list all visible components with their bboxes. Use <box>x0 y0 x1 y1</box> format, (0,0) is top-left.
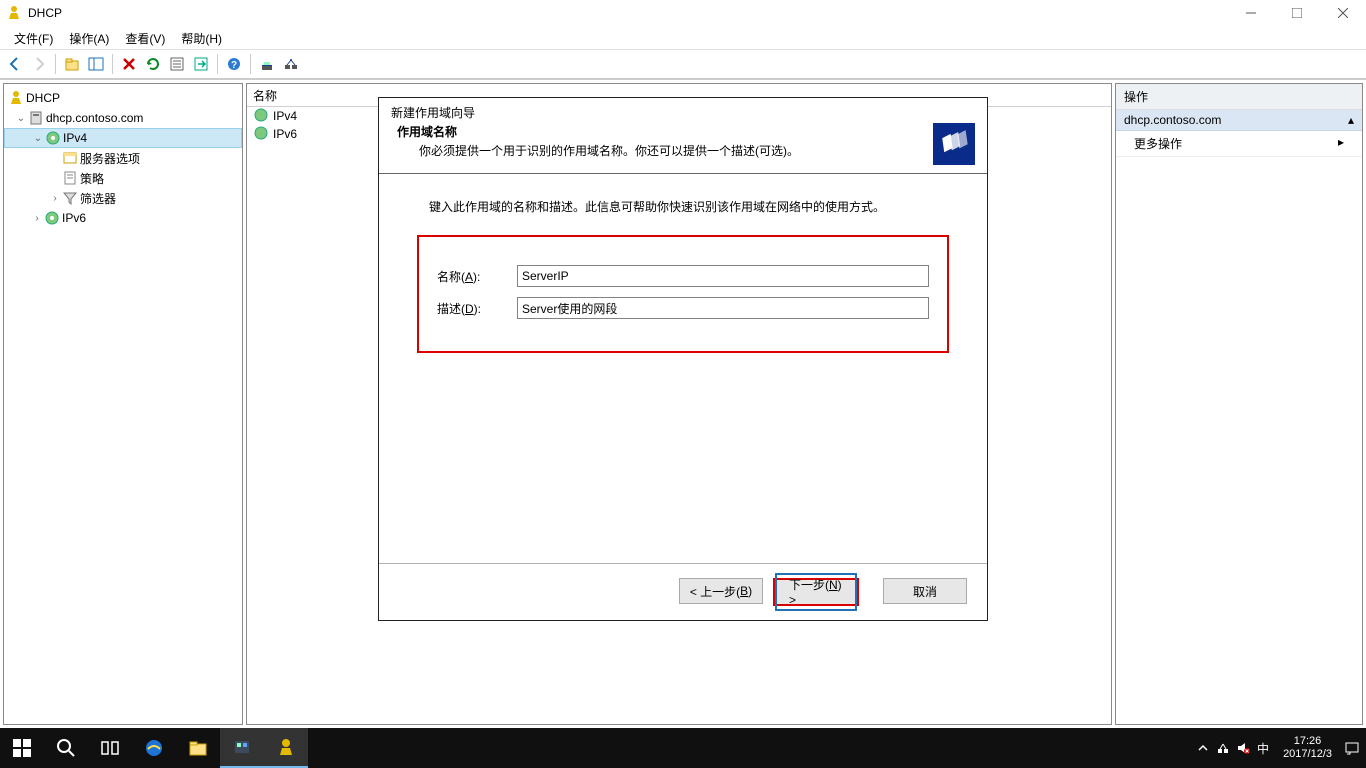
wizard-title: 新建作用域向导 <box>379 98 987 123</box>
tray-volume-icon[interactable] <box>1233 728 1253 768</box>
scope-desc-label: 描述(D): <box>437 300 517 317</box>
menu-action[interactable]: 操作(A) <box>61 28 117 49</box>
nav-forward-button[interactable] <box>28 53 50 75</box>
menu-file[interactable]: 文件(F) <box>6 28 61 49</box>
menu-help[interactable]: 帮助(H) <box>173 28 230 49</box>
show-hide-tree-button[interactable] <box>85 53 107 75</box>
authorize-button[interactable] <box>256 53 278 75</box>
actions-pane: 操作 dhcp.contoso.com ▴ 更多操作 ▸ <box>1115 83 1363 725</box>
taskbar-ie[interactable] <box>132 728 176 768</box>
tree-server[interactable]: ⌄ dhcp.contoso.com <box>4 108 242 128</box>
menubar: 文件(F) 操作(A) 查看(V) 帮助(H) <box>0 27 1366 50</box>
taskbar-explorer[interactable] <box>176 728 220 768</box>
form-highlight-box: 名称(A): 描述(D): <box>417 235 949 353</box>
policies-icon <box>62 170 78 186</box>
collapse-icon[interactable]: ⌄ <box>14 113 28 124</box>
collapse-icon[interactable]: ⌄ <box>31 133 45 144</box>
wizard-next-button[interactable]: 下一步(N) > <box>773 578 859 606</box>
new-scope-wizard-dialog: 新建作用域向导 作用域名称 你必须提供一个用于识别的作用域名称。你还可以提供一个… <box>378 97 988 621</box>
tree-server-options[interactable]: 服务器选项 <box>4 148 242 168</box>
minimize-button[interactable] <box>1228 0 1274 26</box>
expand-icon[interactable]: › <box>48 193 62 204</box>
search-button[interactable] <box>44 728 88 768</box>
server-options-icon <box>62 150 78 166</box>
wizard-back-button[interactable]: < 上一步(B) <box>679 578 763 604</box>
task-view-button[interactable] <box>88 728 132 768</box>
up-level-button[interactable] <box>61 53 83 75</box>
wizard-cancel-button[interactable]: 取消 <box>883 578 967 604</box>
help-button[interactable]: ? <box>223 53 245 75</box>
ipv4-icon <box>253 107 269 126</box>
close-button[interactable] <box>1320 0 1366 26</box>
maximize-button[interactable] <box>1274 0 1320 26</box>
ipv4-icon <box>45 130 61 146</box>
dhcp-app-icon <box>6 5 22 21</box>
export-button[interactable] <box>190 53 212 75</box>
toolbar: ? <box>0 50 1366 79</box>
collapse-icon[interactable]: ▴ <box>1348 113 1354 127</box>
tray-network-icon[interactable] <box>1213 728 1233 768</box>
taskbar: 中 17:26 2017/12/3 <box>0 728 1366 768</box>
actions-context[interactable]: dhcp.contoso.com ▴ <box>1116 110 1362 131</box>
refresh-button[interactable] <box>142 53 164 75</box>
delete-button[interactable] <box>118 53 140 75</box>
wizard-instruction: 键入此作用域的名称和描述。此信息可帮助你快速识别该作用域在网络中的使用方式。 <box>409 194 957 235</box>
tray-clock[interactable]: 17:26 2017/12/3 <box>1273 735 1342 761</box>
properties-button[interactable] <box>166 53 188 75</box>
menu-view[interactable]: 查看(V) <box>117 28 173 49</box>
svg-text:?: ? <box>231 60 237 71</box>
tray-notifications-icon[interactable] <box>1342 728 1362 768</box>
tray-up-icon[interactable] <box>1193 728 1213 768</box>
actions-pane-title: 操作 <box>1116 84 1362 110</box>
nav-back-button[interactable] <box>4 53 26 75</box>
scope-desc-input[interactable] <box>517 297 929 319</box>
scope-tree-pane: DHCP ⌄ dhcp.contoso.com ⌄ IPv4 <box>3 83 243 725</box>
titlebar: DHCP <box>0 0 1366 27</box>
tree-root-dhcp[interactable]: DHCP <box>4 88 242 108</box>
wizard-banner-icon <box>933 123 975 165</box>
scope-name-input[interactable] <box>517 265 929 287</box>
tree-ipv4[interactable]: ⌄ IPv4 <box>4 128 242 148</box>
tray-ime[interactable]: 中 <box>1253 728 1273 768</box>
chevron-right-icon: ▸ <box>1338 135 1344 152</box>
wizard-heading: 作用域名称 <box>391 123 925 140</box>
taskbar-dhcp[interactable] <box>264 728 308 768</box>
tree-filters[interactable]: › 筛选器 <box>4 188 242 208</box>
tree-ipv6[interactable]: › IPv6 <box>4 208 242 228</box>
dhcp-root-icon <box>8 90 24 106</box>
scope-name-label: 名称(A): <box>437 268 517 285</box>
start-button[interactable] <box>0 728 44 768</box>
ipv6-icon <box>44 210 60 226</box>
window-title: DHCP <box>28 6 62 20</box>
ipv6-icon <box>253 125 269 144</box>
more-actions-item[interactable]: 更多操作 ▸ <box>1116 131 1362 157</box>
wizard-subheading: 你必须提供一个用于识别的作用域名称。你还可以提供一个描述(可选)。 <box>391 140 925 159</box>
server-icon <box>28 110 44 126</box>
filters-icon <box>62 190 78 206</box>
details-pane: 名称 IPv4 IPv6 新建作用域向导 作用域名称 你必须提供一个用于识别的作… <box>246 83 1112 725</box>
scope-button[interactable] <box>280 53 302 75</box>
expand-icon[interactable]: › <box>30 213 44 224</box>
taskbar-server-manager[interactable] <box>220 728 264 768</box>
tree-policies[interactable]: 策略 <box>4 168 242 188</box>
